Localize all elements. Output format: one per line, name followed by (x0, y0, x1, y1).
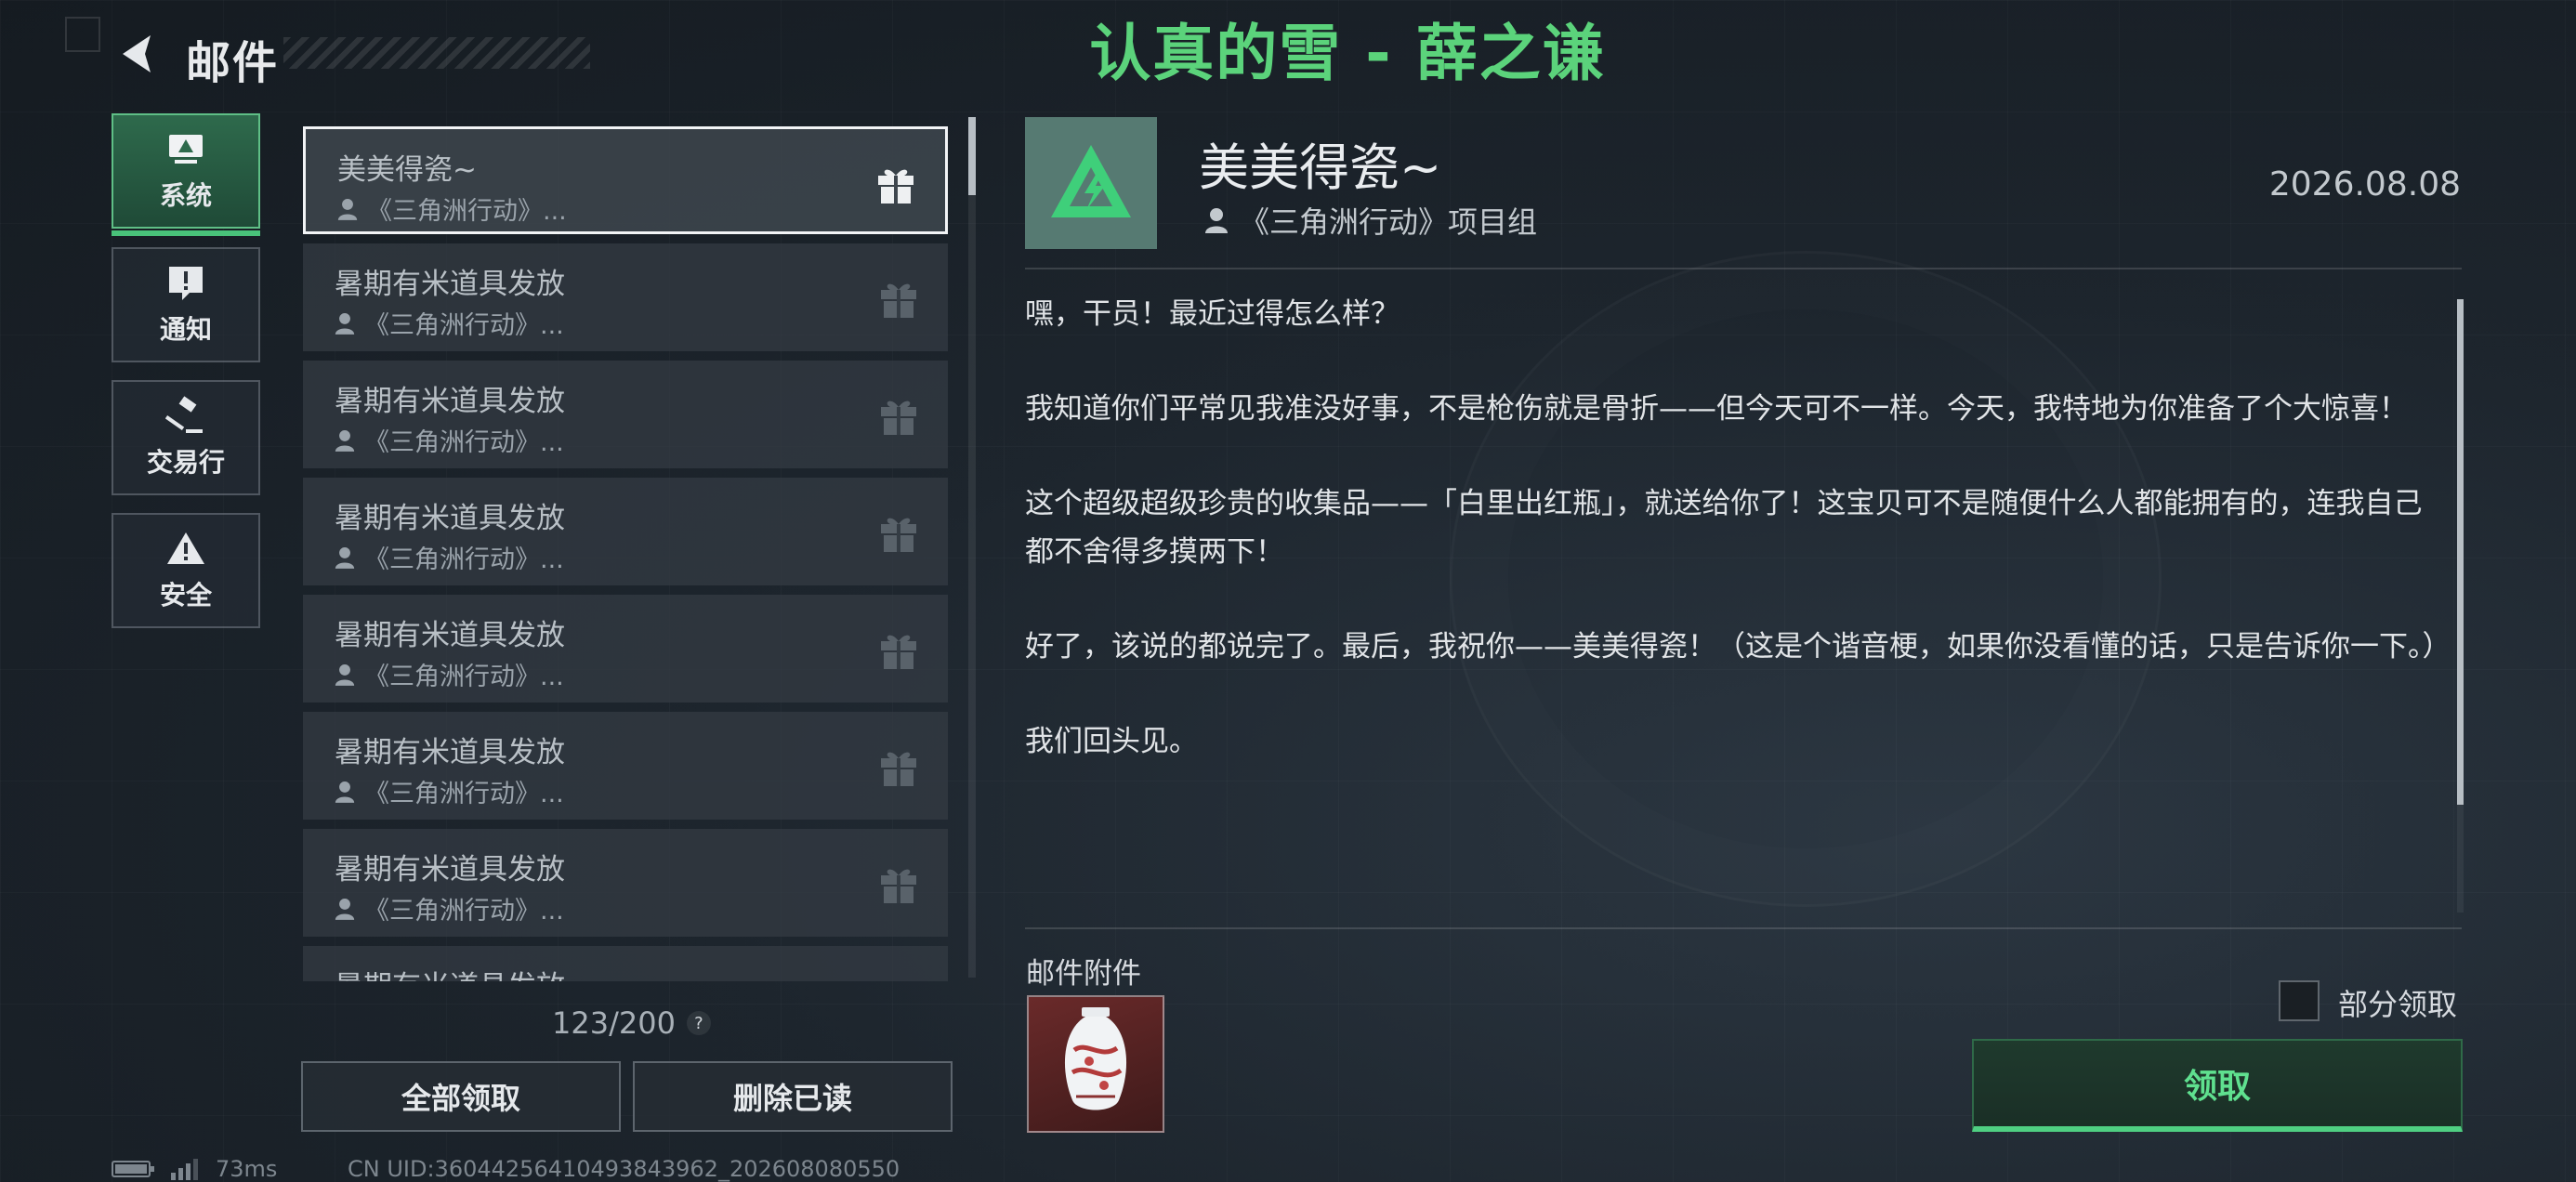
gift-icon (881, 518, 916, 552)
system-monitor-icon (169, 135, 203, 164)
mail-list[interactable]: 美美得瓷~ 《三角洲行动》... 暑期有米道具发放 《三角洲行动》... 暑期有米道具发… (303, 126, 948, 981)
tab-system-label: 系统 (159, 180, 212, 211)
mail-body-paragraph: 这个超级超级珍贵的收集品——「白里出红瓶」，就送给你了！这宝贝可不是随便什么人都… (1025, 487, 2423, 569)
mail-sender: 《三角洲行动》... (335, 422, 564, 458)
detail-sender-name: 《三角洲行动》项目组 (1240, 204, 1538, 240)
porcelain-vase-icon (1064, 1007, 1127, 1110)
signal-icon (171, 1159, 198, 1180)
detail-sender: 《三角洲行动》项目组 (1204, 199, 1537, 242)
detail-subject: 美美得瓷~ (1199, 138, 1442, 197)
mail-sender: 《三角洲行动》... (335, 773, 564, 809)
tab-system[interactable]: 系统 (112, 113, 260, 236)
mail-sender-name: 《三角洲行动》... (367, 197, 567, 226)
mail-subject: 暑期有米道具发放 (335, 385, 565, 418)
mail-list-scroll-thumb[interactable] (968, 117, 976, 195)
person-icon (337, 198, 358, 220)
gift-icon (878, 169, 913, 204)
gift-icon (881, 869, 916, 903)
attachment-title: 邮件附件 (1026, 957, 1141, 991)
tab-auction-label: 交易行 (146, 447, 225, 478)
tab-security-label: 安全 (159, 580, 212, 611)
mail-body-paragraph: 好了，该说的都说完了。最后，我祝你——美美得瓷！（这是个谐音梗，如果你没看懂的话… (1025, 630, 2451, 663)
mail-subject: 暑期有米道具发放 (335, 963, 565, 981)
mail-sender: 《三角洲行动》... (335, 656, 564, 692)
attachment-item[interactable] (1027, 995, 1164, 1133)
person-icon (1205, 208, 1228, 233)
person-icon (335, 663, 355, 686)
gift-icon (881, 401, 916, 435)
person-icon (335, 546, 355, 569)
mail-subject: 美美得瓷~ (337, 153, 477, 187)
person-icon (335, 312, 355, 335)
mail-subject: 暑期有米道具发放 (335, 853, 565, 886)
warning-triangle-icon (167, 532, 204, 564)
delete-read-button[interactable]: 删除已读 (633, 1061, 953, 1132)
mail-body-paragraph: 我知道你们平常见我准没好事，不是枪伤就是骨折——但今天可不一样。今天，我特地为你… (1025, 392, 2408, 426)
person-icon (335, 429, 355, 452)
detail-header-divider (1025, 268, 2462, 269)
mail-count-value: 123/200 (552, 1005, 676, 1041)
mail-list-item[interactable]: 美美得瓷~ 《三角洲行动》... (303, 126, 948, 234)
mail-sender-name: 《三角洲行动》... (364, 663, 564, 691)
gift-icon (881, 752, 916, 786)
mail-sender-name: 《三角洲行动》... (364, 311, 564, 340)
tab-auction[interactable]: 交易行 (112, 380, 260, 495)
gift-icon (877, 979, 920, 981)
sender-logo (1025, 117, 1157, 249)
status-bar: 73ms (112, 1156, 277, 1182)
mail-sender: 《三角洲行动》... (335, 890, 564, 926)
attachment-divider (1025, 927, 2462, 929)
mail-list-item[interactable]: 暑期有米道具发放《三角洲行动》... (303, 361, 948, 468)
uid-text: CN UID:36044256410493843962_202608080550 (348, 1156, 900, 1182)
notice-exclamation-icon (169, 267, 203, 300)
mail-sender: 《三角洲行动》... (337, 190, 567, 227)
mail-sender: 《三角洲行动》... (335, 539, 564, 575)
mail-body-scroll-thumb[interactable] (2457, 299, 2464, 805)
claim-button[interactable]: 领取 (1972, 1039, 2463, 1132)
partial-claim-checkbox[interactable] (2279, 980, 2320, 1021)
mail-count: 123/200 ? (552, 1005, 711, 1041)
mail-list-item[interactable]: 暑期有米道具发放《三角洲行动》... (303, 595, 948, 703)
mail-sender: 《三角洲行动》... (335, 305, 564, 341)
overlay-caption: 认真的雪 - 薛之谦 (1089, 18, 1606, 89)
latency-value: 73ms (216, 1156, 278, 1182)
mail-subject: 暑期有米道具发放 (335, 736, 565, 769)
claim-all-button[interactable]: 全部领取 (301, 1061, 621, 1132)
mail-body-scrollbar[interactable] (2457, 299, 2464, 913)
mail-body-paragraph: 嘿，干员！最近过得怎么样？ (1025, 297, 1400, 331)
tab-notice-label: 通知 (159, 314, 212, 345)
mail-list-item[interactable]: 暑期有米道具发放《三角洲行动》... (303, 712, 948, 820)
mail-sender-name: 《三角洲行动》... (364, 897, 564, 926)
mail-sender-name: 《三角洲行动》... (364, 428, 564, 457)
delta-force-logo-icon (1051, 145, 1131, 217)
battery-icon (112, 1161, 154, 1177)
partial-claim-label[interactable]: 部分领取 (2338, 981, 2457, 1024)
mail-subject: 暑期有米道具发放 (335, 619, 565, 652)
mail-list-scrollbar[interactable] (968, 117, 976, 978)
mail-list-item[interactable]: 暑期有米道具发放《三角洲行动》... (303, 829, 948, 937)
mail-list-item[interactable]: 暑期有米道具发放《三角洲行动》... (303, 946, 948, 981)
gift-icon (881, 283, 916, 318)
tab-notice[interactable]: 通知 (112, 247, 260, 362)
person-icon (335, 898, 355, 920)
mail-subject: 暑期有米道具发放 (335, 268, 565, 301)
mail-subject: 暑期有米道具发放 (335, 502, 565, 535)
mail-sender-name: 《三角洲行动》... (364, 545, 564, 574)
mail-list-item[interactable]: 暑期有米道具发放《三角洲行动》... (303, 478, 948, 585)
help-icon[interactable]: ? (686, 1011, 711, 1035)
mail-sender-name: 《三角洲行动》... (364, 780, 564, 808)
detail-date: 2026.08.08 (2268, 165, 2461, 204)
gift-icon (881, 635, 916, 669)
mail-body: 嘿，干员！最近过得怎么样？ 我知道你们平常见我准没好事，不是枪伤就是骨折——但今天… (1025, 290, 2451, 812)
person-icon (335, 781, 355, 803)
auction-gavel-icon (165, 396, 203, 433)
mail-body-paragraph: 我们回头见。 (1025, 725, 1198, 758)
mail-list-item[interactable]: 暑期有米道具发放《三角洲行动》... (303, 243, 948, 351)
tab-security[interactable]: 安全 (112, 513, 260, 628)
